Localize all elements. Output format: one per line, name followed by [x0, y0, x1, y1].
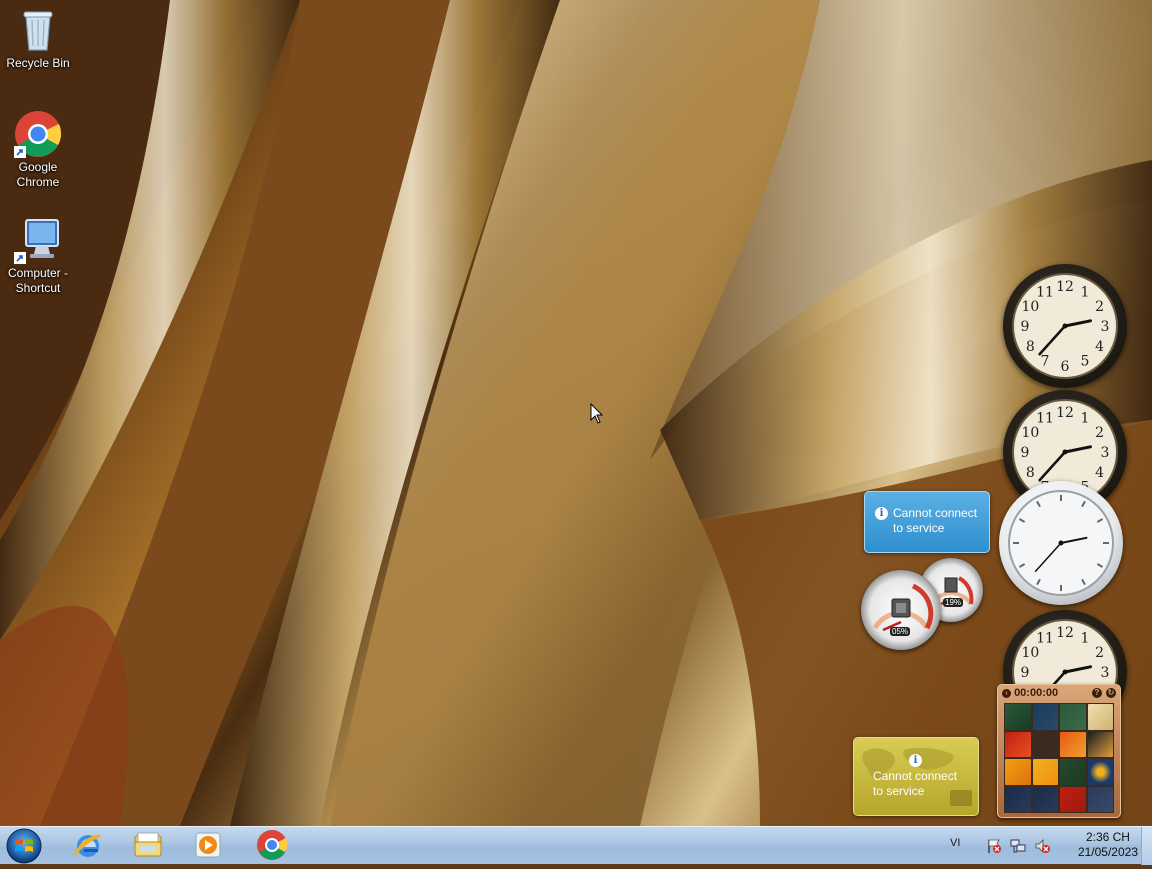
clock-center-pin: [1062, 323, 1068, 329]
desktop-icon-label: Computer - Shortcut: [7, 266, 69, 295]
shortcut-arrow-icon: [14, 252, 26, 264]
windows-logo-icon: [6, 828, 42, 864]
cpu-percent: 05%: [890, 627, 911, 636]
puzzle-timer: 00:00:00: [1014, 687, 1059, 699]
cpu-meter-dial: 05%: [861, 570, 941, 650]
puzzle-tile[interactable]: [1032, 759, 1058, 785]
recycle-bin-icon: [14, 6, 62, 54]
clock-numeral: 3: [1101, 319, 1110, 335]
clock-numeral: 8: [1026, 339, 1035, 355]
weather-gadget[interactable]: i Cannot connect to service: [864, 491, 990, 553]
clock-numeral: 12: [1056, 625, 1074, 641]
clock-numeral: 8: [1026, 465, 1035, 481]
desktop-icon-label: Google Chrome: [16, 160, 60, 189]
desktop-icon-computer-shortcut[interactable]: Computer - Shortcut: [0, 216, 76, 296]
weather-error-message: Cannot connect to service: [893, 506, 978, 535]
puzzle-tile[interactable]: [1005, 704, 1031, 730]
clock-numeral: 9: [1021, 445, 1030, 461]
puzzle-tile[interactable]: [1087, 731, 1113, 757]
puzzle-board: [1004, 703, 1114, 813]
clock-numeral: 2: [1095, 645, 1104, 661]
desktop-icon-recycle-bin[interactable]: Recycle Bin: [0, 6, 76, 71]
clock-numeral: 11: [1036, 410, 1054, 426]
network-icon[interactable]: [1010, 838, 1026, 854]
clock-numeral: 2: [1095, 299, 1104, 315]
clock-numeral: 1: [1081, 410, 1090, 426]
language-indicator[interactable]: VI: [950, 837, 960, 849]
puzzle-tile[interactable]: [1087, 759, 1113, 785]
puzzle-help-icon[interactable]: ?: [1092, 688, 1102, 698]
system-tray: VI 2:36 CH 21/05/2023: [942, 827, 1152, 865]
clock-numeral: 1: [1081, 284, 1090, 300]
folder-icon: [134, 832, 162, 857]
puzzle-tile[interactable]: [1087, 704, 1113, 730]
puzzle-tile[interactable]: [1032, 704, 1058, 730]
puzzle-tile[interactable]: [1060, 786, 1086, 812]
desktop-wallpaper: [0, 0, 1152, 826]
clock-numeral: 10: [1021, 299, 1039, 315]
puzzle-tile[interactable]: [1087, 786, 1113, 812]
clock-numeral: 12: [1056, 405, 1074, 421]
puzzle-tile[interactable]: [1060, 704, 1086, 730]
clock-numeral: 5: [1081, 354, 1090, 370]
mouse-cursor-icon: [590, 403, 604, 424]
clock-numeral: 4: [1095, 339, 1104, 355]
media-player-icon: [195, 832, 221, 858]
puzzle-timer-icon[interactable]: ‹: [1002, 688, 1011, 698]
taskbar-app-internet-explorer[interactable]: [70, 829, 106, 861]
clock-numeral: 3: [1101, 665, 1110, 681]
taskbar-app-media-player[interactable]: [190, 829, 226, 861]
clock-numeral: 4: [1095, 465, 1104, 481]
chrome-icon: [14, 110, 62, 158]
shortcut-arrow-icon: [14, 146, 26, 158]
clock-numeral: 12: [1056, 279, 1074, 295]
clock-numeral: 2: [1095, 425, 1104, 441]
internet-explorer-icon: [74, 834, 102, 857]
clock-numeral: 11: [1036, 630, 1054, 646]
clock-numeral: 7: [1041, 354, 1050, 370]
show-desktop-button[interactable]: [1141, 827, 1152, 865]
action-center-flag-icon[interactable]: [986, 838, 1002, 854]
computer-icon: [14, 216, 62, 264]
volume-muted-icon[interactable]: [1034, 838, 1050, 854]
clock-numeral: 10: [1021, 425, 1039, 441]
picture-puzzle-gadget[interactable]: ‹ 00:00:00 ? ↻: [997, 684, 1121, 818]
puzzle-tile[interactable]: [1060, 759, 1086, 785]
puzzle-tile[interactable]: [1060, 731, 1086, 757]
clock-center-pin: [1062, 449, 1068, 455]
desktop-icon-label: Recycle Bin: [6, 56, 70, 70]
taskbar-date: 21/05/2023: [1077, 845, 1138, 859]
chrome-icon: [257, 830, 288, 860]
clock-center-pin: [1058, 540, 1064, 546]
clock-gadget-silver[interactable]: [999, 481, 1123, 605]
info-icon: i: [875, 507, 888, 520]
puzzle-shuffle-icon[interactable]: ↻: [1106, 688, 1116, 698]
start-button[interactable]: [4, 828, 44, 864]
taskbar-app-google-chrome[interactable]: [254, 829, 290, 861]
clock-numeral: 10: [1021, 645, 1039, 661]
taskbar-app-windows-explorer[interactable]: [130, 829, 166, 861]
currency-gadget[interactable]: i Cannot connect to service: [853, 737, 979, 816]
puzzle-tile[interactable]: [1032, 786, 1058, 812]
taskbar: VI 2:36 CH 21/05/2023: [0, 826, 1152, 865]
puzzle-tile[interactable]: [1005, 731, 1031, 757]
memory-percent: 19%: [943, 598, 964, 607]
clock-numeral: 9: [1021, 319, 1030, 335]
taskbar-time: 2:36 CH: [1085, 830, 1130, 844]
info-icon: i: [909, 754, 922, 767]
desktop-icon-google-chrome[interactable]: Google Chrome: [0, 110, 76, 190]
clock-numeral: 6: [1061, 359, 1070, 375]
clock-numeral: 11: [1036, 284, 1054, 300]
puzzle-tile-empty: [1032, 731, 1058, 757]
clock-numeral: 3: [1101, 445, 1110, 461]
currency-error-message: Cannot connect to service: [873, 769, 958, 798]
clock-numeral: 1: [1081, 630, 1090, 646]
clock-numeral: 9: [1021, 665, 1030, 681]
clock-gadget[interactable]: 123456789101112: [1003, 264, 1127, 388]
puzzle-tile[interactable]: [1005, 759, 1031, 785]
puzzle-tile[interactable]: [1005, 786, 1031, 812]
clock-center-pin: [1062, 669, 1068, 675]
cpu-meter-gadget[interactable]: 19% 05%: [861, 558, 987, 650]
taskbar-clock[interactable]: 2:36 CH 21/05/2023: [1078, 830, 1138, 860]
